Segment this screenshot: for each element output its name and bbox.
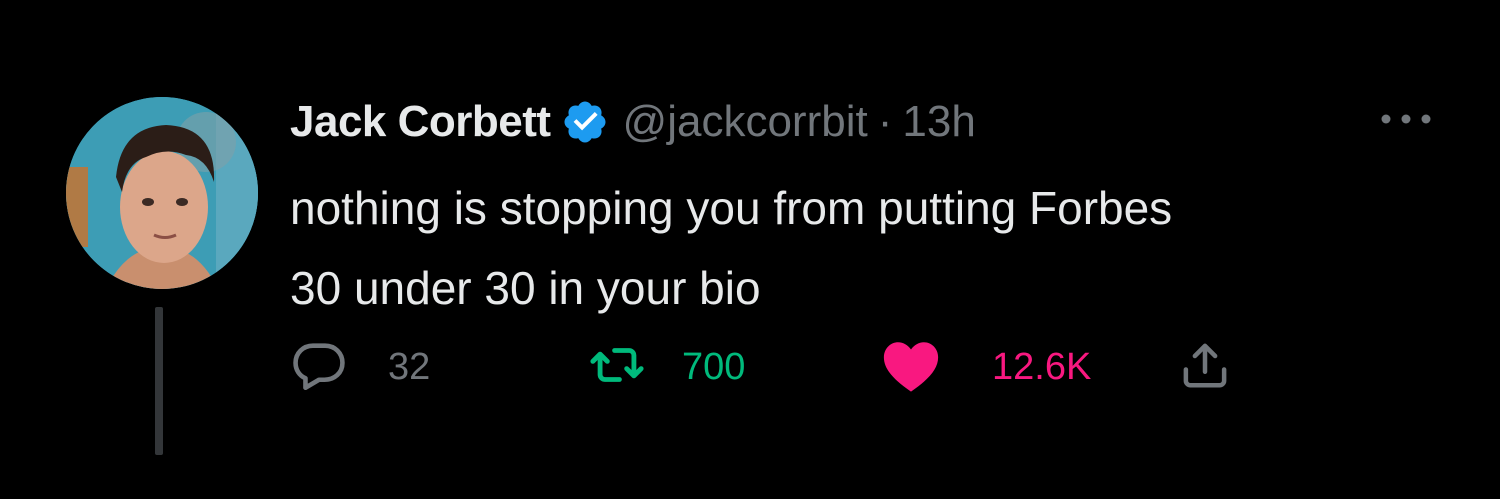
thread-line [155,307,163,455]
tweet-header: Jack Corbett @jackcorrbit · 13h [290,92,976,152]
reply-icon [290,336,348,399]
avatar-image [66,97,258,289]
share-icon [1178,336,1232,399]
verified-badge-icon [561,98,609,146]
share-button[interactable] [1178,335,1232,399]
more-options-icon[interactable] [1378,104,1434,134]
tweet-text-line: 30 under 30 in your bio [290,262,761,314]
author-handle[interactable]: @jackcorrbit [623,97,868,147]
reply-button[interactable]: 32 [290,335,430,399]
tweet-text-line: nothing is stopping you from putting For… [290,182,1173,234]
heart-icon [880,336,942,399]
timestamp[interactable]: 13h [902,97,975,147]
author-name[interactable]: Jack Corbett [290,97,551,147]
avatar[interactable] [66,97,258,289]
separator-dot: · [877,97,893,146]
like-button[interactable]: 12.6K [880,335,1091,399]
tweet-text: nothing is stopping you from putting For… [290,168,1450,328]
tweet[interactable]: Jack Corbett @jackcorrbit · 13h nothing … [0,0,1500,499]
like-count: 12.6K [992,345,1092,388]
retweet-button[interactable]: 700 [588,335,745,399]
retweet-icon [588,336,646,399]
reply-count: 32 [388,345,431,388]
retweet-count: 700 [682,345,746,388]
